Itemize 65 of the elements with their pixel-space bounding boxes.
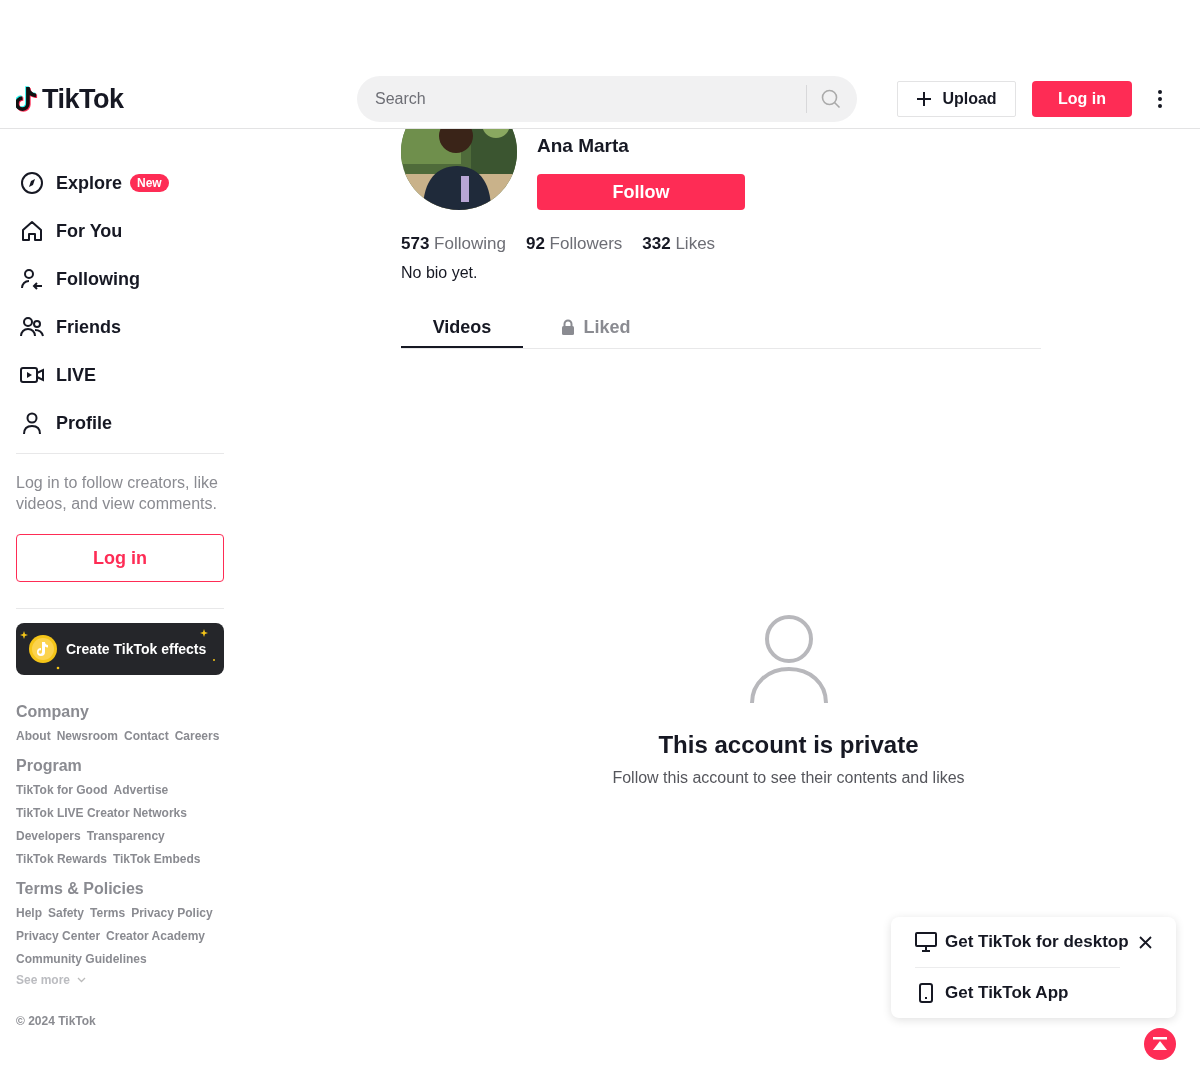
home-icon[interactable] bbox=[20, 219, 44, 243]
lock-icon bbox=[561, 319, 576, 335]
see-more-link[interactable]: See more bbox=[16, 973, 71, 987]
upload-button[interactable]: Upload bbox=[897, 81, 1016, 117]
nav-link[interactable]: LIVE bbox=[56, 364, 96, 386]
search-field[interactable]: Search bbox=[373, 89, 806, 109]
private-title: This account is private bbox=[658, 731, 919, 759]
footer-link[interactable]: Careers bbox=[174, 729, 220, 743]
nav-link[interactable]: Profile bbox=[56, 412, 112, 434]
nav-link[interactable]: Friends bbox=[56, 316, 121, 338]
nav-link[interactable]: For You bbox=[56, 220, 123, 242]
monitor-icon[interactable] bbox=[915, 932, 937, 952]
footer-link[interactable]: About bbox=[16, 729, 51, 743]
footer-link[interactable]: Community Guidelines bbox=[16, 952, 147, 966]
nav-link[interactable]: Following bbox=[56, 268, 140, 290]
close-icon[interactable] bbox=[1139, 935, 1152, 949]
footer-link[interactable]: Developers bbox=[16, 829, 81, 843]
footer-heading[interactable]: Program bbox=[16, 757, 224, 775]
more-options-icon[interactable] bbox=[1158, 90, 1162, 108]
back-to-top-button[interactable] bbox=[1144, 1028, 1176, 1060]
arrow-up-icon bbox=[1152, 1037, 1168, 1051]
nav-link[interactable]: Explore bbox=[56, 172, 123, 194]
private-message: Follow this account to see their contents and likes bbox=[612, 769, 965, 787]
footer-link[interactable]: Safety bbox=[48, 906, 85, 920]
new-badge: New bbox=[130, 174, 169, 192]
profile-stat[interactable]: 332 Likes bbox=[642, 234, 716, 254]
footer-heading[interactable]: Company bbox=[16, 703, 224, 721]
footer-link[interactable]: Newsroom bbox=[56, 729, 118, 743]
footer-link[interactable]: TikTok LIVE Creator Networks bbox=[16, 806, 187, 820]
footer-link[interactable]: TikTok Rewards bbox=[16, 852, 107, 866]
effects-label[interactable]: Create TikTok effects bbox=[66, 641, 207, 657]
footer-link[interactable]: TikTok for Good bbox=[16, 783, 108, 797]
footer-link[interactable]: Advertise bbox=[113, 783, 169, 797]
download-link[interactable]: Get TikTok for desktop bbox=[945, 932, 1129, 952]
person-arrow-icon[interactable] bbox=[20, 267, 44, 291]
person-icon bbox=[748, 615, 829, 705]
coin-note-icon bbox=[28, 634, 58, 664]
logo-wordmark[interactable]: TikTok bbox=[42, 83, 124, 115]
profile-tab[interactable]: Videos bbox=[401, 308, 523, 348]
footer-link[interactable]: Privacy Center bbox=[16, 929, 101, 943]
person-icon[interactable] bbox=[20, 411, 44, 435]
search-bar[interactable]: Search bbox=[357, 76, 857, 122]
people-icon[interactable] bbox=[20, 315, 44, 339]
download-link[interactable]: Get TikTok App bbox=[945, 983, 1069, 1003]
profile-stat[interactable]: 573 Following bbox=[401, 234, 506, 254]
profile-tab[interactable]: Liked bbox=[535, 308, 657, 348]
plus-icon bbox=[916, 91, 933, 107]
login-button[interactable]: Log in bbox=[1032, 81, 1132, 117]
footer-link[interactable]: TikTok Embeds bbox=[112, 852, 201, 866]
login-button[interactable]: Log in bbox=[16, 534, 224, 582]
login-prompt: Log in to follow creators, like videos, and view comments. bbox=[16, 473, 219, 514]
profile-stat[interactable]: 92 Followers bbox=[525, 234, 623, 254]
profile-name: Ana Marta bbox=[537, 135, 630, 158]
music-note-logo-icon[interactable] bbox=[16, 86, 38, 112]
follow-button[interactable]: Follow bbox=[537, 174, 745, 210]
footer-link[interactable]: Creator Academy bbox=[106, 929, 205, 943]
footer-link[interactable]: Privacy Policy bbox=[131, 906, 213, 920]
footer-link[interactable]: Contact bbox=[124, 729, 169, 743]
footer-heading[interactable]: Terms & Policies bbox=[16, 880, 224, 898]
copyright: © 2024 TikTok bbox=[16, 1014, 97, 1028]
footer-link[interactable]: Help bbox=[16, 906, 42, 920]
footer-link[interactable]: Transparency bbox=[86, 829, 165, 843]
footer-link[interactable]: Terms bbox=[90, 906, 126, 920]
compass-icon[interactable] bbox=[20, 171, 44, 195]
bio-text: No bio yet. bbox=[401, 264, 479, 282]
